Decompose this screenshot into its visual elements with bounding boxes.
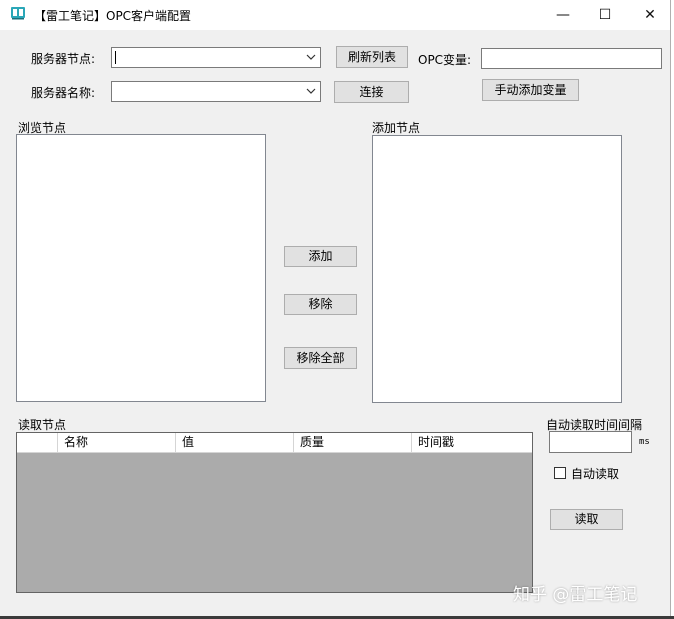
added-nodes-label: 添加节点 [372,121,421,135]
opc-variable-label: OPC变量: [418,53,472,67]
server-name-label: 服务器名称: [31,86,96,100]
add-node-button[interactable]: 添加 [284,246,357,267]
added-nodes-list[interactable] [372,135,622,403]
chevron-down-icon[interactable] [306,52,316,62]
interval-unit-label: ms [639,437,650,447]
grid-header-quality[interactable]: 质量 [294,433,412,452]
server-node-label: 服务器节点: [31,52,96,66]
remove-all-button[interactable]: 移除全部 [284,347,357,369]
refresh-list-button[interactable]: 刷新列表 [336,46,408,68]
grid-header: 名称 值 质量 时间戳 [17,433,532,453]
manual-add-variable-button[interactable]: 手动添加变量 [482,79,579,101]
text-caret [115,51,116,64]
remove-node-button[interactable]: 移除 [284,294,357,315]
grid-header-value[interactable]: 值 [176,433,294,452]
grid-header-name[interactable]: 名称 [58,433,176,452]
close-button[interactable]: ✕ [627,0,673,30]
book-icon [11,7,25,20]
window-title: 【雷工笔记】OPC客户端配置 [34,9,192,23]
watermark-text: 知乎 @雷工笔记 [513,585,638,605]
auto-read-checkbox-label[interactable]: 自动读取 [571,465,619,482]
title-bar: 【雷工笔记】OPC客户端配置 — ☐ ✕ [0,0,670,30]
auto-read-checkbox[interactable] [554,467,566,479]
grid-header-row-selector [17,433,58,452]
grid-header-timestamp[interactable]: 时间戳 [412,433,532,452]
read-nodes-grid[interactable]: 名称 值 质量 时间戳 [16,432,533,593]
browse-nodes-tree[interactable] [16,134,266,402]
server-node-combobox[interactable] [111,47,321,68]
opc-variable-input[interactable] [481,48,662,69]
server-name-combobox[interactable] [111,81,321,102]
auto-read-interval-input[interactable] [549,431,632,453]
opc-config-window: 【雷工笔记】OPC客户端配置 — ☐ ✕ 服务器节点: 刷新列表 OPC变量: … [0,0,671,618]
maximize-button[interactable]: ☐ [582,0,628,30]
read-nodes-label: 读取节点 [18,418,67,432]
connect-button[interactable]: 连接 [334,81,409,103]
read-button[interactable]: 读取 [550,509,623,530]
minimize-button[interactable]: — [540,0,586,30]
chevron-down-icon[interactable] [306,86,316,96]
